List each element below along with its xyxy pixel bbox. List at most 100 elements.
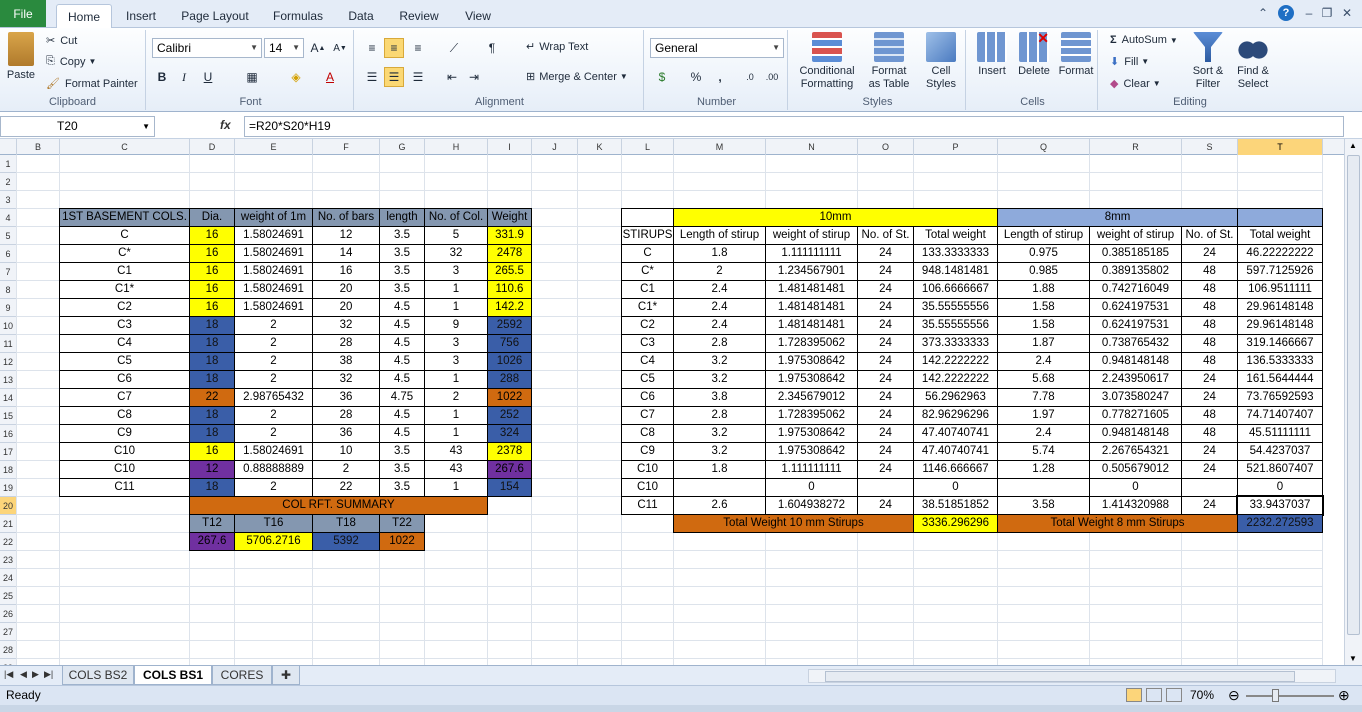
table2-header-cell[interactable]: Total weight <box>1237 226 1323 245</box>
table2-cell[interactable]: 48 <box>1181 352 1238 371</box>
column-header-o[interactable]: O <box>858 139 914 155</box>
table1-cell[interactable]: 18 <box>189 478 235 497</box>
table1-cell[interactable]: 3 <box>424 262 488 281</box>
font-name-select[interactable]: Calibri ▼ <box>152 38 262 58</box>
table2-cell[interactable]: C9 <box>621 442 674 461</box>
table2-cell[interactable]: 0.389135802 <box>1089 262 1182 281</box>
table1-cell[interactable]: 3.5 <box>379 226 425 245</box>
table2-cell[interactable]: 597.7125926 <box>1237 262 1323 281</box>
table2-cell[interactable]: 24 <box>857 406 914 425</box>
table2-cell[interactable]: 24 <box>857 316 914 335</box>
table2-cell[interactable]: C2 <box>621 316 674 335</box>
table2-cell[interactable]: 24 <box>857 352 914 371</box>
table2-cell[interactable]: C6 <box>621 388 674 407</box>
row-header-6[interactable]: 6 <box>0 245 17 263</box>
zoom-out-icon[interactable]: ⊖ <box>1228 687 1240 704</box>
table2-corner-cell[interactable] <box>621 208 674 227</box>
table1-cell[interactable]: 36 <box>312 424 380 443</box>
format-cells-button[interactable]: Format <box>1056 32 1096 78</box>
table2-cell[interactable]: 2.4 <box>997 424 1090 443</box>
table1-cell[interactable]: C6 <box>59 370 190 389</box>
row-header-27[interactable]: 27 <box>0 623 17 641</box>
column-header-g[interactable]: G <box>380 139 425 155</box>
horizontal-scroll-thumb[interactable] <box>825 671 1295 682</box>
fill-button[interactable]: ⬇ Fill ▼ <box>1110 55 1149 69</box>
table1-cell[interactable]: 4.5 <box>379 298 425 317</box>
zoom-in-icon[interactable]: ⊕ <box>1338 687 1350 704</box>
comma-button[interactable]: , <box>710 67 730 87</box>
paste-button[interactable]: Paste <box>4 32 38 82</box>
italic-button[interactable]: I <box>174 67 194 87</box>
table2-header-cell[interactable]: No. of St. <box>1181 226 1238 245</box>
row-header-11[interactable]: 11 <box>0 335 17 353</box>
table1-cell[interactable]: 22 <box>189 388 235 407</box>
cut-button[interactable]: ✂ Cut <box>46 34 77 48</box>
table1-cell[interactable]: 2 <box>234 334 313 353</box>
table1-cell[interactable]: 1 <box>424 424 488 443</box>
table2-cell[interactable]: 1146.666667 <box>913 460 998 479</box>
table2-cell[interactable]: 48 <box>1181 280 1238 299</box>
table2-cell[interactable]: 106.6666667 <box>913 280 998 299</box>
table2-cell[interactable]: C10 <box>621 478 674 497</box>
table2-cell[interactable]: 373.3333333 <box>913 334 998 353</box>
row-header-2[interactable]: 2 <box>0 173 17 191</box>
table1-cell[interactable]: 3.5 <box>379 478 425 497</box>
table2-cell[interactable]: 24 <box>857 262 914 281</box>
summary-title-cell[interactable]: COL RFT. SUMMARY <box>189 496 488 515</box>
row-header-7[interactable]: 7 <box>0 263 17 281</box>
table2-cell[interactable]: 1.58 <box>997 316 1090 335</box>
table2-cell[interactable]: 3.2 <box>673 352 766 371</box>
decrease-indent-icon[interactable]: ⇤ <box>442 67 462 87</box>
group-header-10mm[interactable]: 10mm <box>673 208 998 227</box>
table1-cell[interactable]: 5 <box>424 226 488 245</box>
row-header-1[interactable]: 1 <box>0 155 17 173</box>
grow-font-button[interactable]: A ▲ <box>308 38 328 58</box>
sheet-tab-cols-bs1[interactable]: COLS BS1 <box>134 666 212 685</box>
table1-cell[interactable]: C10 <box>59 460 190 479</box>
table2-cell[interactable]: 2.4 <box>673 298 766 317</box>
table2-cell[interactable]: 1.58 <box>997 298 1090 317</box>
table1-cell[interactable]: 3.5 <box>379 244 425 263</box>
scroll-down-icon[interactable]: ▼ <box>1349 654 1357 663</box>
table1-cell[interactable]: 43 <box>424 442 488 461</box>
table1-cell[interactable]: C3 <box>59 316 190 335</box>
conditional-formatting-button[interactable]: Conditional Formatting <box>794 32 860 91</box>
table2-cell[interactable]: 24 <box>857 424 914 443</box>
table1-cell[interactable]: 756 <box>487 334 532 353</box>
table2-cell[interactable]: 73.76592593 <box>1237 388 1323 407</box>
table1-cell[interactable]: 2.98765432 <box>234 388 313 407</box>
table2-cell[interactable]: 142.2222222 <box>913 352 998 371</box>
table2-cell[interactable]: 1.28 <box>997 460 1090 479</box>
table2-cell[interactable]: 0.778271605 <box>1089 406 1182 425</box>
column-header-n[interactable]: N <box>766 139 858 155</box>
table2-cell[interactable]: C8 <box>621 424 674 443</box>
table2-cell[interactable]: C5 <box>621 370 674 389</box>
number-format-select[interactable]: General ▼ <box>650 38 784 58</box>
total-10mm-value[interactable]: 3336.296296 <box>913 514 998 533</box>
page-layout-view-icon[interactable] <box>1146 688 1162 702</box>
table2-cell[interactable]: 2.243950617 <box>1089 370 1182 389</box>
table2-cell[interactable]: 1.728395062 <box>765 406 858 425</box>
table2-cell[interactable]: 24 <box>1181 388 1238 407</box>
table2-cell[interactable]: 1.8 <box>673 244 766 263</box>
table1-cell[interactable]: 16 <box>189 262 235 281</box>
table1-cell[interactable]: 1.58024691 <box>234 442 313 461</box>
table2-header-cell[interactable]: weight of stirup <box>1089 226 1182 245</box>
summary-value-cell[interactable]: 267.6 <box>189 532 235 551</box>
tab-review[interactable]: Review <box>392 4 446 28</box>
table1-cell[interactable]: 3.5 <box>379 460 425 479</box>
table2-cell[interactable]: 1.481481481 <box>765 316 858 335</box>
table1-cell[interactable]: C8 <box>59 406 190 425</box>
table1-cell[interactable]: 2592 <box>487 316 532 335</box>
table1-cell[interactable]: 142.2 <box>487 298 532 317</box>
table2-header-cell[interactable]: Length of stirup <box>673 226 766 245</box>
sheet-tab-cols-bs2[interactable]: COLS BS2 <box>62 666 134 685</box>
column-header-p[interactable]: P <box>914 139 998 155</box>
table2-cell[interactable]: 1.975308642 <box>765 442 858 461</box>
increase-decimal-icon[interactable]: .0 <box>740 67 760 87</box>
row-header-10[interactable]: 10 <box>0 317 17 335</box>
name-box[interactable]: T20 ▼ <box>0 116 155 137</box>
table2-cell[interactable]: 29.96148148 <box>1237 298 1323 317</box>
table2-cell[interactable]: 1.88 <box>997 280 1090 299</box>
summary-value-cell[interactable]: 5392 <box>312 532 380 551</box>
